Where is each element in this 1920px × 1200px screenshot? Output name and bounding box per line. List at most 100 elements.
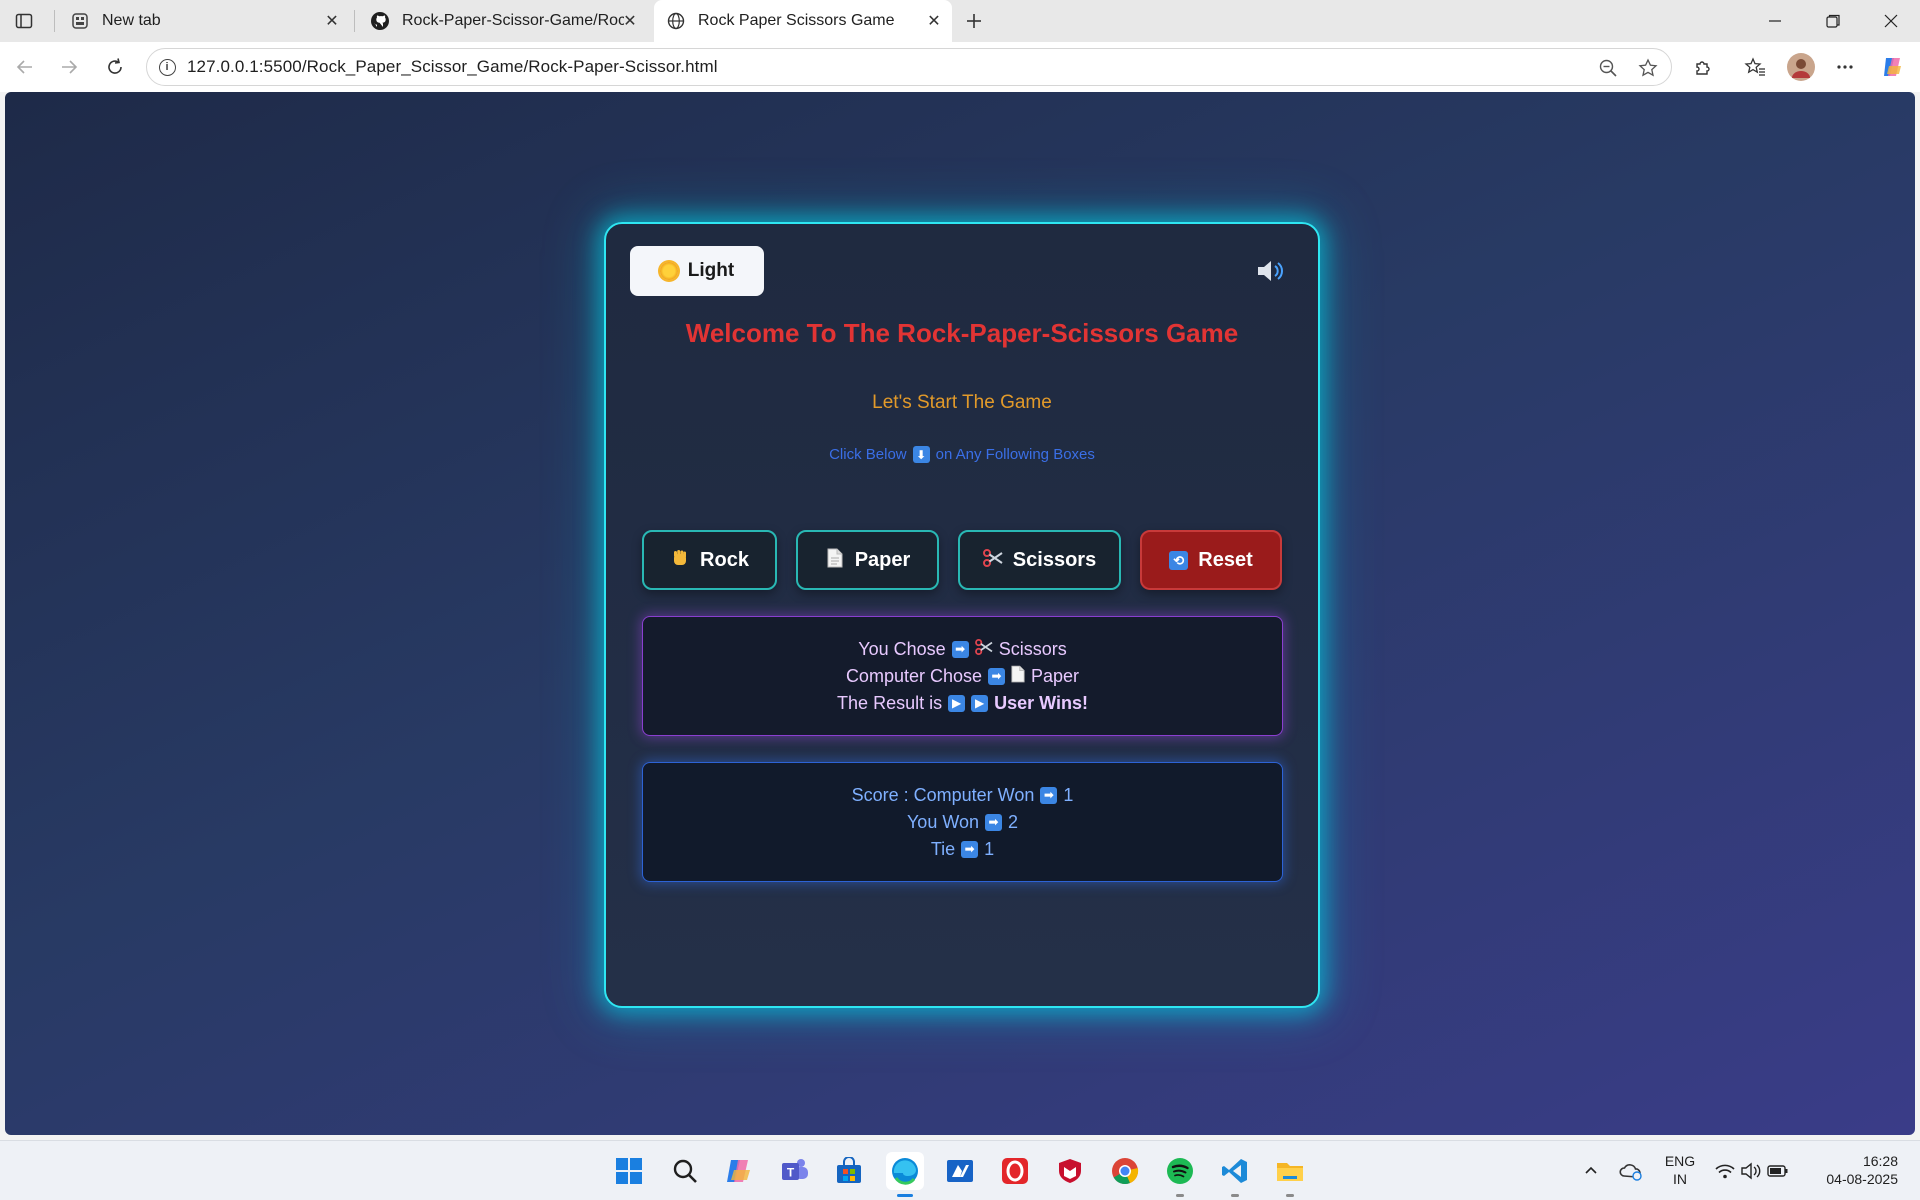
favorites-icon[interactable]: [1738, 50, 1772, 84]
computer-choice-line: Computer Chose ➡ Paper: [845, 665, 1080, 688]
clock-time: 16:28: [1862, 1153, 1898, 1169]
chevron-up-icon[interactable]: [1578, 1152, 1604, 1190]
zoom-out-icon[interactable]: [1595, 55, 1621, 81]
reset-button-label: Reset: [1198, 548, 1253, 571]
scissors-icon: [982, 548, 1003, 572]
address-bar[interactable]: i 127.0.0.1:5500/Rock_Paper_Scissor_Game…: [146, 48, 1672, 86]
scissors-button[interactable]: Scissors: [958, 530, 1121, 590]
rock-button[interactable]: Rock: [642, 530, 777, 590]
close-window-icon[interactable]: [1862, 0, 1920, 42]
user-score-label: You Won: [906, 811, 980, 832]
rock-button-label: Rock: [700, 548, 749, 571]
tab-title: Rock Paper Scissors Game: [698, 12, 895, 29]
site-info-icon[interactable]: i: [147, 58, 187, 76]
computer-score-value: 1: [1063, 784, 1074, 805]
tab-new-tab[interactable]: New tab ✕: [58, 0, 350, 42]
computer-choice-label: Computer Chose: [845, 665, 983, 686]
speaker-icon[interactable]: [1256, 258, 1286, 284]
system-tray-status[interactable]: [1712, 1152, 1792, 1190]
azure-data-icon[interactable]: [941, 1152, 979, 1190]
teams-icon[interactable]: T: [776, 1152, 814, 1190]
score-panel: Score : Computer Won ➡ 1 You Won ➡ 2 Tie…: [642, 762, 1283, 882]
restore-icon[interactable]: [1804, 0, 1862, 42]
tie-score-line: Tie ➡ 1: [931, 839, 994, 860]
back-arrow-icon[interactable]: [8, 50, 42, 84]
page-subtitle: Let's Start The Game: [872, 392, 1052, 413]
result-label: The Result is: [837, 692, 943, 713]
tab-separator: [354, 10, 355, 32]
paper-button[interactable]: Paper: [796, 530, 939, 590]
user-choice-label: You Chose: [858, 638, 946, 659]
paper-button-label: Paper: [854, 548, 911, 571]
running-app-indicator: [1286, 1194, 1294, 1197]
instruction-hint: Click Below ⬇ on Any Following Boxes: [606, 446, 1318, 463]
hint-text-before: Click Below: [829, 446, 907, 463]
close-icon[interactable]: ✕: [620, 11, 640, 31]
user-choice-line: You Chose ➡ Scissors: [858, 638, 1067, 660]
sun-icon: [659, 262, 678, 280]
paper-page-icon: [1011, 665, 1025, 688]
play-icon: ▶: [971, 694, 989, 712]
page-viewport: Light Welcome To The Rock-Paper-Scissors…: [5, 92, 1915, 1135]
copilot-app-icon[interactable]: [720, 1152, 758, 1190]
opera-icon[interactable]: [996, 1152, 1034, 1190]
favorite-star-icon[interactable]: [1635, 55, 1661, 81]
url-text[interactable]: 127.0.0.1:5500/Rock_Paper_Scissor_Game/R…: [187, 57, 718, 77]
user-score-value: 2: [1008, 811, 1019, 832]
forward-arrow-icon[interactable]: [52, 50, 86, 84]
page-title: Welcome To The Rock-Paper-Scissors Game: [685, 318, 1239, 348]
user-score-line: You Won ➡ 2: [907, 812, 1018, 833]
computer-score-label: Score : Computer Won: [851, 784, 1035, 805]
result-panel: You Chose ➡ Scissors Computer Chose ➡ Pa…: [642, 616, 1283, 736]
language-indicator[interactable]: ENG IN: [1660, 1152, 1700, 1188]
tab-title: Rock-Paper-Scissor-Game/Rock-P: [402, 12, 624, 29]
tab-rock-paper-scissors[interactable]: Rock Paper Scissors Game ✕: [654, 0, 952, 42]
new-tab-plus-icon[interactable]: [956, 6, 992, 36]
clock-date: 04-08-2025: [1826, 1171, 1898, 1187]
theme-toggle-button[interactable]: Light: [630, 246, 764, 296]
svg-text:T: T: [787, 1166, 795, 1180]
search-icon[interactable]: [666, 1152, 704, 1190]
reset-button[interactable]: ⟲ Reset: [1140, 530, 1282, 590]
profile-avatar[interactable]: [1784, 50, 1818, 84]
vscode-icon[interactable]: [1216, 1152, 1254, 1197]
extensions-icon[interactable]: [1686, 50, 1720, 84]
spotify-icon[interactable]: [1161, 1152, 1199, 1197]
result-value: User Wins!: [994, 692, 1088, 713]
mcafee-icon[interactable]: [1051, 1152, 1089, 1190]
windows-start-icon[interactable]: [610, 1152, 648, 1190]
more-options-icon[interactable]: [1828, 50, 1862, 84]
scissors-button-label: Scissors: [1012, 548, 1097, 571]
refresh-icon: ⟲: [1169, 550, 1189, 570]
close-icon[interactable]: ✕: [322, 11, 342, 31]
minimize-icon[interactable]: [1746, 0, 1804, 42]
right-arrow-icon: ➡: [1040, 786, 1058, 804]
chrome-icon[interactable]: [1106, 1152, 1144, 1190]
computer-choice-value: Paper: [1031, 665, 1080, 686]
globe-icon: [666, 11, 686, 31]
running-app-indicator: [1231, 1194, 1239, 1197]
tie-score-label: Tie: [930, 838, 956, 859]
store-icon[interactable]: [830, 1152, 868, 1190]
language-region: IN: [1673, 1171, 1687, 1187]
theme-toggle-label: Light: [687, 260, 735, 281]
right-arrow-icon: ➡: [985, 813, 1003, 831]
browser-toolbar: i 127.0.0.1:5500/Rock_Paper_Scissor_Game…: [0, 42, 1920, 92]
clock[interactable]: 16:28 04-08-2025: [1808, 1152, 1908, 1188]
user-choice-value: Scissors: [998, 638, 1067, 659]
tab-actions-icon[interactable]: [6, 6, 42, 36]
copilot-icon[interactable]: [1876, 50, 1910, 84]
paper-page-icon: [825, 548, 845, 573]
refresh-icon[interactable]: [98, 50, 132, 84]
scissors-icon: [974, 638, 993, 660]
tab-github[interactable]: Rock-Paper-Scissor-Game/Rock-P ✕: [358, 0, 648, 42]
new-tab-icon: [70, 11, 90, 31]
running-app-indicator: [1176, 1194, 1184, 1197]
file-explorer-icon[interactable]: [1271, 1152, 1309, 1197]
github-icon: [370, 11, 390, 31]
language-code: ENG: [1664, 1153, 1696, 1169]
edge-browser-icon[interactable]: [886, 1152, 924, 1197]
right-arrow-icon: ➡: [961, 840, 979, 858]
onedrive-sync-icon[interactable]: [1616, 1152, 1646, 1190]
close-icon[interactable]: ✕: [924, 11, 944, 31]
